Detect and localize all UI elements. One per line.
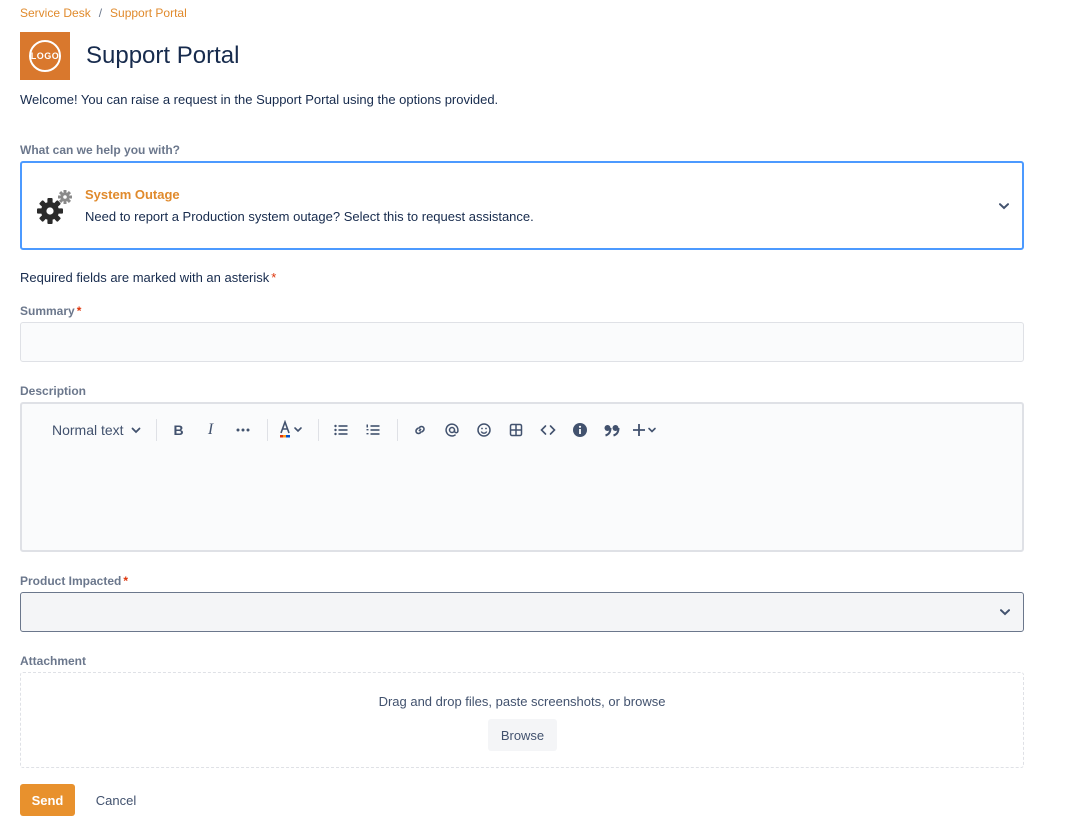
welcome-message: Welcome! You can raise a request in the …	[20, 92, 499, 107]
summary-label: Summary *	[20, 304, 81, 318]
chevron-down-icon	[999, 606, 1011, 618]
required-fields-note: Required fields are marked with an aster…	[20, 270, 276, 285]
emoji-icon	[476, 423, 491, 437]
attachment-dropzone[interactable]: Drag and drop files, paste screenshots, …	[20, 672, 1024, 768]
info-icon	[572, 423, 587, 437]
summary-input[interactable]	[20, 322, 1024, 362]
mention-icon	[444, 423, 459, 437]
bold-icon: B	[173, 422, 184, 438]
italic-button[interactable]: I	[199, 418, 223, 442]
table-icon	[509, 423, 522, 437]
send-button[interactable]: Send	[20, 784, 75, 816]
request-type-select[interactable]: System Outage Need to report a Productio…	[20, 161, 1024, 250]
italic-icon: I	[207, 421, 214, 438]
toolbar-divider	[155, 419, 157, 441]
numbered-list-button[interactable]	[361, 418, 385, 442]
code-icon	[539, 425, 556, 435]
breadcrumb-service-desk[interactable]: Service Desk	[20, 6, 91, 20]
browse-button[interactable]: Browse	[488, 719, 557, 751]
breadcrumb-support-portal[interactable]: Support Portal	[110, 6, 187, 20]
emoji-button[interactable]	[472, 418, 496, 442]
text-color-button[interactable]	[278, 418, 306, 442]
chevron-down-icon	[131, 427, 140, 434]
required-note-text: Required fields are marked with an aster…	[20, 270, 270, 285]
info-panel-button[interactable]	[568, 418, 592, 442]
required-asterisk: *	[123, 574, 129, 588]
code-button[interactable]	[536, 418, 560, 442]
product-impacted-label: Product Impacted *	[20, 574, 128, 588]
request-type-description: Need to report a Production system outag…	[85, 209, 534, 224]
toolbar-divider	[317, 419, 319, 441]
product-impacted-label-text: Product Impacted	[20, 574, 122, 588]
breadcrumb-separator: /	[98, 6, 103, 20]
gears-icon	[37, 190, 72, 224]
toolbar-divider	[396, 419, 398, 441]
required-asterisk: *	[271, 270, 277, 285]
description-label: Description	[20, 384, 87, 398]
page-title: Support Portal	[86, 42, 240, 69]
more-formatting-button[interactable]	[231, 418, 255, 442]
bullet-list-button[interactable]	[329, 418, 353, 442]
more-icon	[236, 428, 250, 432]
portal-logo: LOGO	[20, 32, 70, 80]
logo-text: LOGO	[30, 51, 60, 61]
bullet-list-icon	[333, 424, 348, 436]
editor-toolbar: Normal text B I	[46, 418, 668, 442]
toolbar-divider	[266, 419, 268, 441]
dropzone-hint: Drag and drop files, paste screenshots, …	[378, 694, 666, 709]
summary-label-text: Summary	[20, 304, 75, 318]
numbered-list-icon	[366, 424, 380, 435]
quote-button[interactable]	[600, 418, 624, 442]
chevron-down-icon	[998, 200, 1010, 212]
text-style-value: Normal text	[52, 422, 124, 438]
link-button[interactable]	[408, 418, 432, 442]
insert-icon	[632, 424, 656, 436]
logo-mark: LOGO	[29, 40, 61, 72]
link-icon	[414, 425, 425, 435]
request-type-title: System Outage	[85, 187, 180, 202]
breadcrumb: Service Desk / Support Portal	[20, 6, 187, 20]
attachment-label: Attachment	[20, 654, 87, 668]
table-button[interactable]	[504, 418, 528, 442]
text-color-icon	[279, 420, 302, 438]
description-editor[interactable]: Normal text B I	[20, 402, 1024, 552]
request-type-label: What can we help you with?	[20, 143, 181, 157]
text-style-dropdown[interactable]: Normal text	[46, 418, 144, 442]
mention-button[interactable]	[440, 418, 464, 442]
cancel-button[interactable]: Cancel	[84, 784, 148, 816]
quote-icon	[604, 425, 620, 437]
bold-button[interactable]: B	[167, 418, 191, 442]
insert-button[interactable]	[632, 418, 660, 442]
product-impacted-select[interactable]	[20, 592, 1024, 632]
required-asterisk: *	[76, 304, 82, 318]
